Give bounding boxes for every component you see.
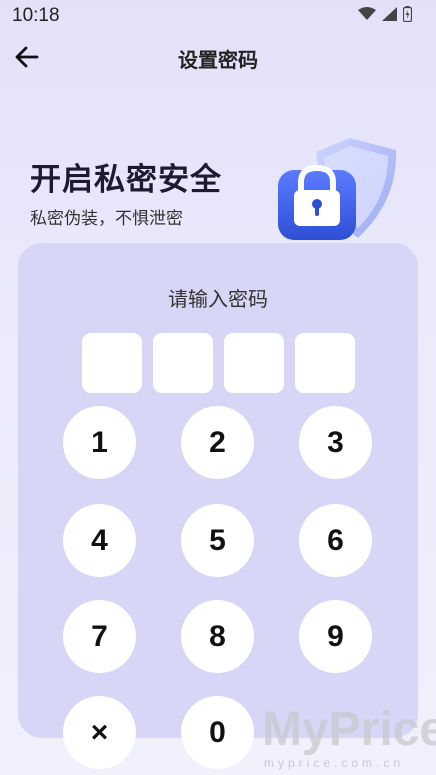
status-icons [358,6,412,22]
nav-bar: 设置密码 [0,32,436,80]
page-title: 设置密码 [178,48,258,72]
key-1[interactable]: 1 [63,406,136,479]
key-4[interactable]: 4 [63,504,136,577]
watermark-site: myprice.com.cn [264,756,405,770]
key-6[interactable]: 6 [299,504,372,577]
pin-input[interactable] [82,333,355,393]
keypad-card: 请输入密码 1 2 3 4 5 6 7 8 9 × 0 [18,243,418,769]
hero-subtitle: 私密伪装，不惧泄密 [30,209,183,229]
key-7[interactable]: 7 [63,600,136,673]
signal-icon [382,7,397,21]
pin-digit-2[interactable] [153,333,213,393]
key-3[interactable]: 3 [299,406,372,479]
password-prompt: 请输入密码 [168,287,268,311]
status-bar: 10:18 [0,0,436,32]
key-2[interactable]: 2 [181,406,254,479]
battery-icon [403,6,412,22]
wifi-icon [358,7,376,20]
watermark-logo: MyPrice [262,703,436,756]
key-0[interactable]: 0 [181,696,254,769]
status-time: 10:18 [12,5,60,26]
pin-digit-3[interactable] [224,333,284,393]
pin-digit-4[interactable] [295,333,355,393]
key-9[interactable]: 9 [299,600,372,673]
key-8[interactable]: 8 [181,600,254,673]
shield-lock-icon [278,138,397,240]
hero-title: 开启私密安全 [30,162,222,198]
delete-key[interactable]: × [63,696,136,769]
key-5[interactable]: 5 [181,504,254,577]
pin-digit-1[interactable] [82,333,142,393]
